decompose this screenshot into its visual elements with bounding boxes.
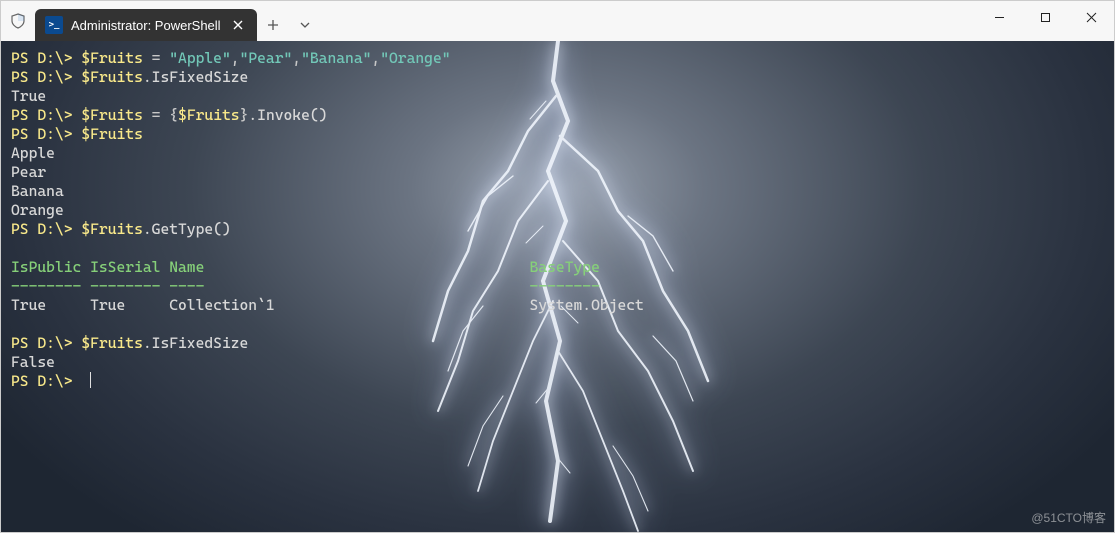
window-controls: [976, 1, 1114, 41]
active-tab[interactable]: >_ Administrator: PowerShell: [35, 9, 257, 41]
cursor: [90, 372, 91, 388]
terminal-line: PS D:\> $Fruits.GetType(): [11, 220, 1104, 239]
close-tab-button[interactable]: [229, 16, 247, 34]
terminal-line: PS D:\> $Fruits = "Apple","Pear","Banana…: [11, 49, 1104, 68]
terminal-line: Banana: [11, 182, 1104, 201]
terminal-line: PS D:\> $Fruits = {$Fruits}.Invoke(): [11, 106, 1104, 125]
terminal-line: [11, 239, 1104, 258]
title-bar: >_ Administrator: PowerShell: [1, 1, 1114, 41]
terminal-pane[interactable]: PS D:\> $Fruits = "Apple","Pear","Banana…: [1, 41, 1114, 532]
powershell-icon: >_: [45, 16, 63, 34]
terminal-line: PS D:\> $Fruits.IsFixedSize: [11, 334, 1104, 353]
new-tab-button[interactable]: [257, 9, 289, 41]
terminal-line: PS D:\>: [11, 372, 1104, 391]
minimize-button[interactable]: [976, 1, 1022, 33]
tab-dropdown-button[interactable]: [289, 9, 321, 41]
watermark-text: @51CTO博客: [1031, 509, 1106, 526]
tab-title: Administrator: PowerShell: [71, 18, 221, 33]
maximize-button[interactable]: [1022, 1, 1068, 33]
terminal-line: IsPublic IsSerial Name BaseType: [11, 258, 1104, 277]
terminal-line: False: [11, 353, 1104, 372]
close-window-button[interactable]: [1068, 1, 1114, 33]
uac-shield-icon: [1, 1, 35, 41]
terminal-line: True: [11, 87, 1104, 106]
terminal-output: PS D:\> $Fruits = "Apple","Pear","Banana…: [1, 41, 1114, 532]
app-window: >_ Administrator: PowerShell: [0, 0, 1115, 533]
terminal-line: Orange: [11, 201, 1104, 220]
terminal-line: Apple: [11, 144, 1104, 163]
terminal-line: PS D:\> $Fruits.IsFixedSize: [11, 68, 1104, 87]
terminal-line: [11, 315, 1104, 334]
terminal-line: Pear: [11, 163, 1104, 182]
terminal-line: PS D:\> $Fruits: [11, 125, 1104, 144]
terminal-line: -------- -------- ---- --------: [11, 277, 1104, 296]
terminal-line: True True Collection`1 System.Object: [11, 296, 1104, 315]
